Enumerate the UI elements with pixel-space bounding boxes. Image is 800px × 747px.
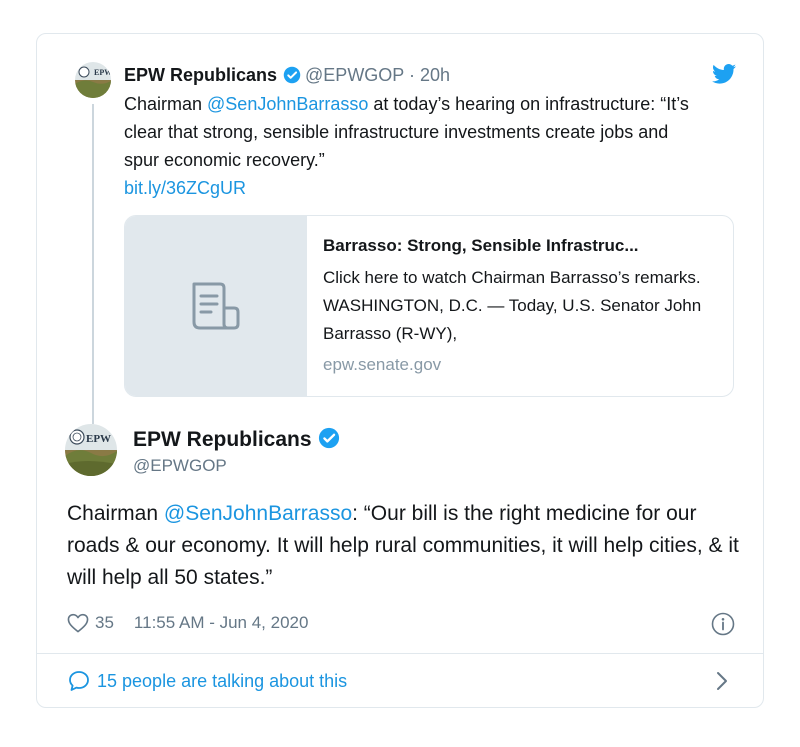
quoted-tweet-text: Chairman @SenJohnBarrasso at today’s hea… xyxy=(124,90,694,202)
svg-text:EPW: EPW xyxy=(86,433,111,445)
conversation-link[interactable]: 15 people are talking about this xyxy=(67,668,347,694)
main-tweet-text: Chairman @SenJohnBarrasso: “Our bill is … xyxy=(67,498,739,594)
document-icon xyxy=(192,282,240,330)
short-url-link[interactable]: bit.ly/36ZCgUR xyxy=(124,178,246,198)
main-tweet-author: EPW Republicans xyxy=(133,427,344,453)
author-name[interactable]: EPW Republicans xyxy=(133,428,312,451)
tweet-meta: 35 11:55 AM - Jun 4, 2020 xyxy=(67,611,308,635)
verified-badge-icon xyxy=(318,427,339,449)
mention-link[interactable]: @SenJohnBarrasso xyxy=(207,94,368,114)
divider xyxy=(37,653,763,654)
link-card-domain: epw.senate.gov xyxy=(323,355,442,374)
link-card-description: Click here to watch Chairman Barrasso’s … xyxy=(323,268,702,343)
mention-link[interactable]: @SenJohnBarrasso xyxy=(164,502,352,525)
link-thumbnail xyxy=(125,216,307,396)
author-handle[interactable]: @EPWGOP xyxy=(305,65,404,85)
embedded-tweet-card: EPW EPW Republicans @EPWGOP · 20h Chairma… xyxy=(36,33,764,708)
twitter-bird-icon[interactable] xyxy=(712,64,736,84)
svg-text:EPW: EPW xyxy=(94,68,111,77)
link-card-body: Barrasso: Strong, Sensible Infrastruc...… xyxy=(323,232,718,379)
chevron-right-icon[interactable] xyxy=(715,671,729,691)
tweet-time[interactable]: 20h xyxy=(420,65,450,85)
tweet-text-prefix: Chairman xyxy=(67,502,164,525)
heart-icon[interactable] xyxy=(67,613,89,633)
avatar[interactable]: EPW xyxy=(75,62,111,98)
link-preview-card[interactable]: Barrasso: Strong, Sensible Infrastruc...… xyxy=(124,215,734,397)
quoted-tweet-header: EPW Republicans @EPWGOP · 20h xyxy=(124,64,450,86)
conversation-count[interactable]: 15 people are talking about this xyxy=(97,671,347,692)
like-count[interactable]: 35 xyxy=(95,611,114,635)
author-handle[interactable]: @EPWGOP xyxy=(133,455,227,477)
info-icon[interactable] xyxy=(711,612,735,636)
dot-separator: · xyxy=(409,65,416,85)
tweet-timestamp[interactable]: 11:55 AM - Jun 4, 2020 xyxy=(134,611,309,635)
verified-badge-icon xyxy=(283,66,301,84)
speech-bubble-icon xyxy=(69,671,89,691)
tweet-text-prefix: Chairman xyxy=(124,94,208,114)
thread-line xyxy=(92,104,94,452)
author-name[interactable]: EPW Republicans xyxy=(124,65,277,85)
link-card-title: Barrasso: Strong, Sensible Infrastruc... xyxy=(323,236,639,255)
avatar[interactable]: EPW xyxy=(65,424,117,476)
